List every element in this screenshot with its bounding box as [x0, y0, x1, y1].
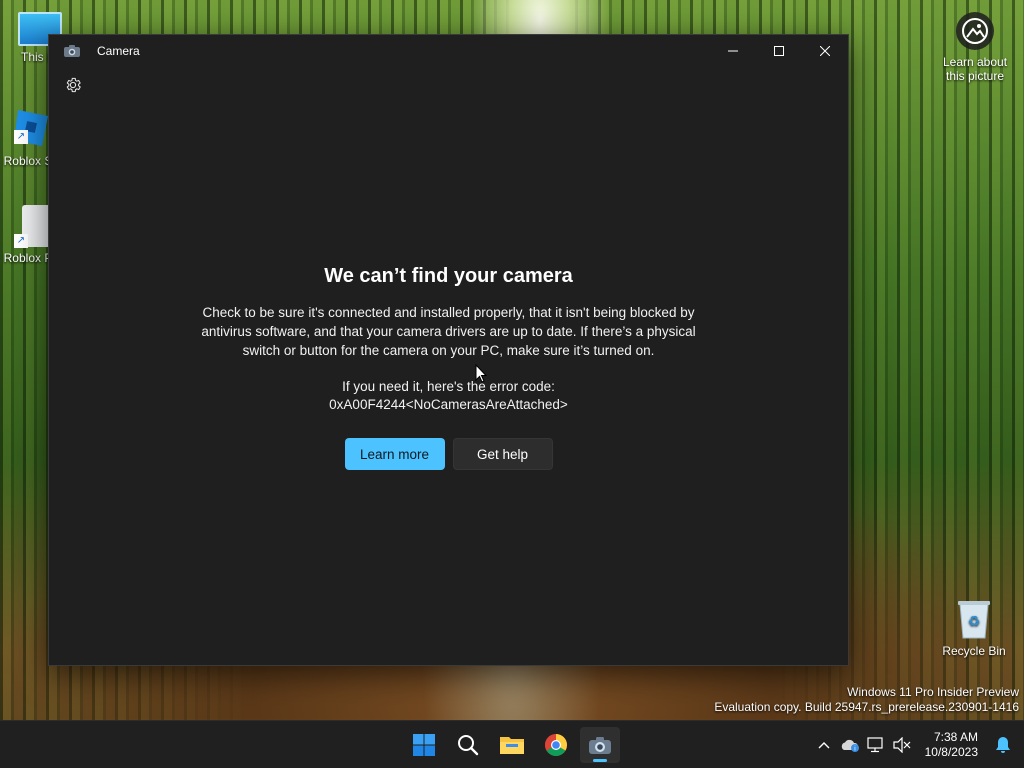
start-icon — [413, 734, 435, 756]
chevron-up-icon — [818, 742, 830, 749]
gear-icon — [66, 77, 81, 93]
taskbar-chrome[interactable] — [536, 727, 576, 763]
settings-button[interactable] — [63, 75, 83, 95]
error-heading: We can’t find your camera — [324, 265, 573, 287]
error-code-block: If you need it, here's the error code: 0… — [49, 378, 848, 414]
chrome-icon — [545, 734, 567, 756]
network-icon — [867, 737, 883, 753]
clock-date: 10/8/2023 — [924, 745, 978, 759]
taskbar: i 7:38 AM 10/8/2023 — [0, 720, 1024, 768]
camera-icon — [589, 737, 611, 754]
onedrive-icon: i — [841, 739, 859, 752]
taskbar-camera[interactable] — [580, 727, 620, 763]
learn-about-picture[interactable]: Learn about this picture — [934, 12, 1016, 83]
shortcut-arrow-icon: ↗ — [14, 130, 28, 144]
close-icon — [820, 46, 830, 56]
minimize-icon — [728, 50, 738, 52]
watermark-line: Windows 11 Pro Insider Preview — [847, 685, 1019, 699]
minimize-button[interactable] — [710, 35, 756, 67]
onedrive-button[interactable]: i — [837, 730, 863, 760]
recycle-bin-icon: ♻ — [957, 598, 991, 640]
search-icon — [458, 735, 479, 756]
network-button[interactable] — [863, 730, 889, 760]
svg-text:♻: ♻ — [968, 614, 981, 630]
camera-icon — [63, 44, 81, 58]
get-help-button[interactable]: Get help — [452, 438, 553, 470]
start-button[interactable] — [404, 727, 444, 763]
maximize-icon — [774, 46, 784, 56]
spotlight-icon — [956, 12, 994, 50]
window-title: Camera — [97, 44, 140, 58]
notifications-button[interactable] — [990, 730, 1016, 760]
file-explorer-icon — [500, 737, 524, 754]
volume-button[interactable] — [889, 730, 915, 760]
mouse-cursor-icon — [475, 363, 488, 387]
error-code: 0xA00F4244<NoCamerasAreAttached> — [329, 397, 568, 412]
windows-watermark: Windows 11 Pro Insider Preview Evaluatio… — [714, 685, 1019, 715]
desktop-icon-label: Roblox S — [3, 154, 53, 168]
desktop-icon-recycle-bin[interactable]: ♻ Recycle Bin — [936, 598, 1012, 658]
error-panel: We can’t find your camera Check to be su… — [49, 265, 848, 470]
taskbar-clock[interactable]: 7:38 AM 10/8/2023 — [925, 730, 978, 760]
bell-icon — [996, 737, 1010, 753]
learn-about-picture-label: Learn about this picture — [942, 55, 1008, 83]
error-code-intro: If you need it, here's the error code: — [342, 379, 555, 394]
volume-muted-icon — [893, 737, 911, 753]
clock-time: 7:38 AM — [933, 730, 978, 744]
learn-more-button[interactable]: Learn more — [344, 438, 445, 470]
close-button[interactable] — [802, 35, 848, 67]
taskbar-search-button[interactable] — [448, 727, 488, 763]
camera-window: Camera We can’t find your camera Check t… — [48, 34, 849, 666]
watermark-line: Evaluation copy. Build 25947.rs_prerelea… — [714, 700, 1019, 714]
title-bar[interactable]: Camera — [49, 35, 848, 67]
shortcut-arrow-icon: ↗ — [14, 234, 28, 248]
desktop-icon-label: Recycle Bin — [942, 644, 1006, 658]
maximize-button[interactable] — [756, 35, 802, 67]
error-description: Check to be sure it's connected and inst… — [201, 305, 696, 358]
desktop-icon-label: Roblox P — [3, 251, 53, 265]
taskbar-file-explorer[interactable] — [492, 727, 532, 763]
show-hidden-icons-button[interactable] — [811, 730, 837, 760]
